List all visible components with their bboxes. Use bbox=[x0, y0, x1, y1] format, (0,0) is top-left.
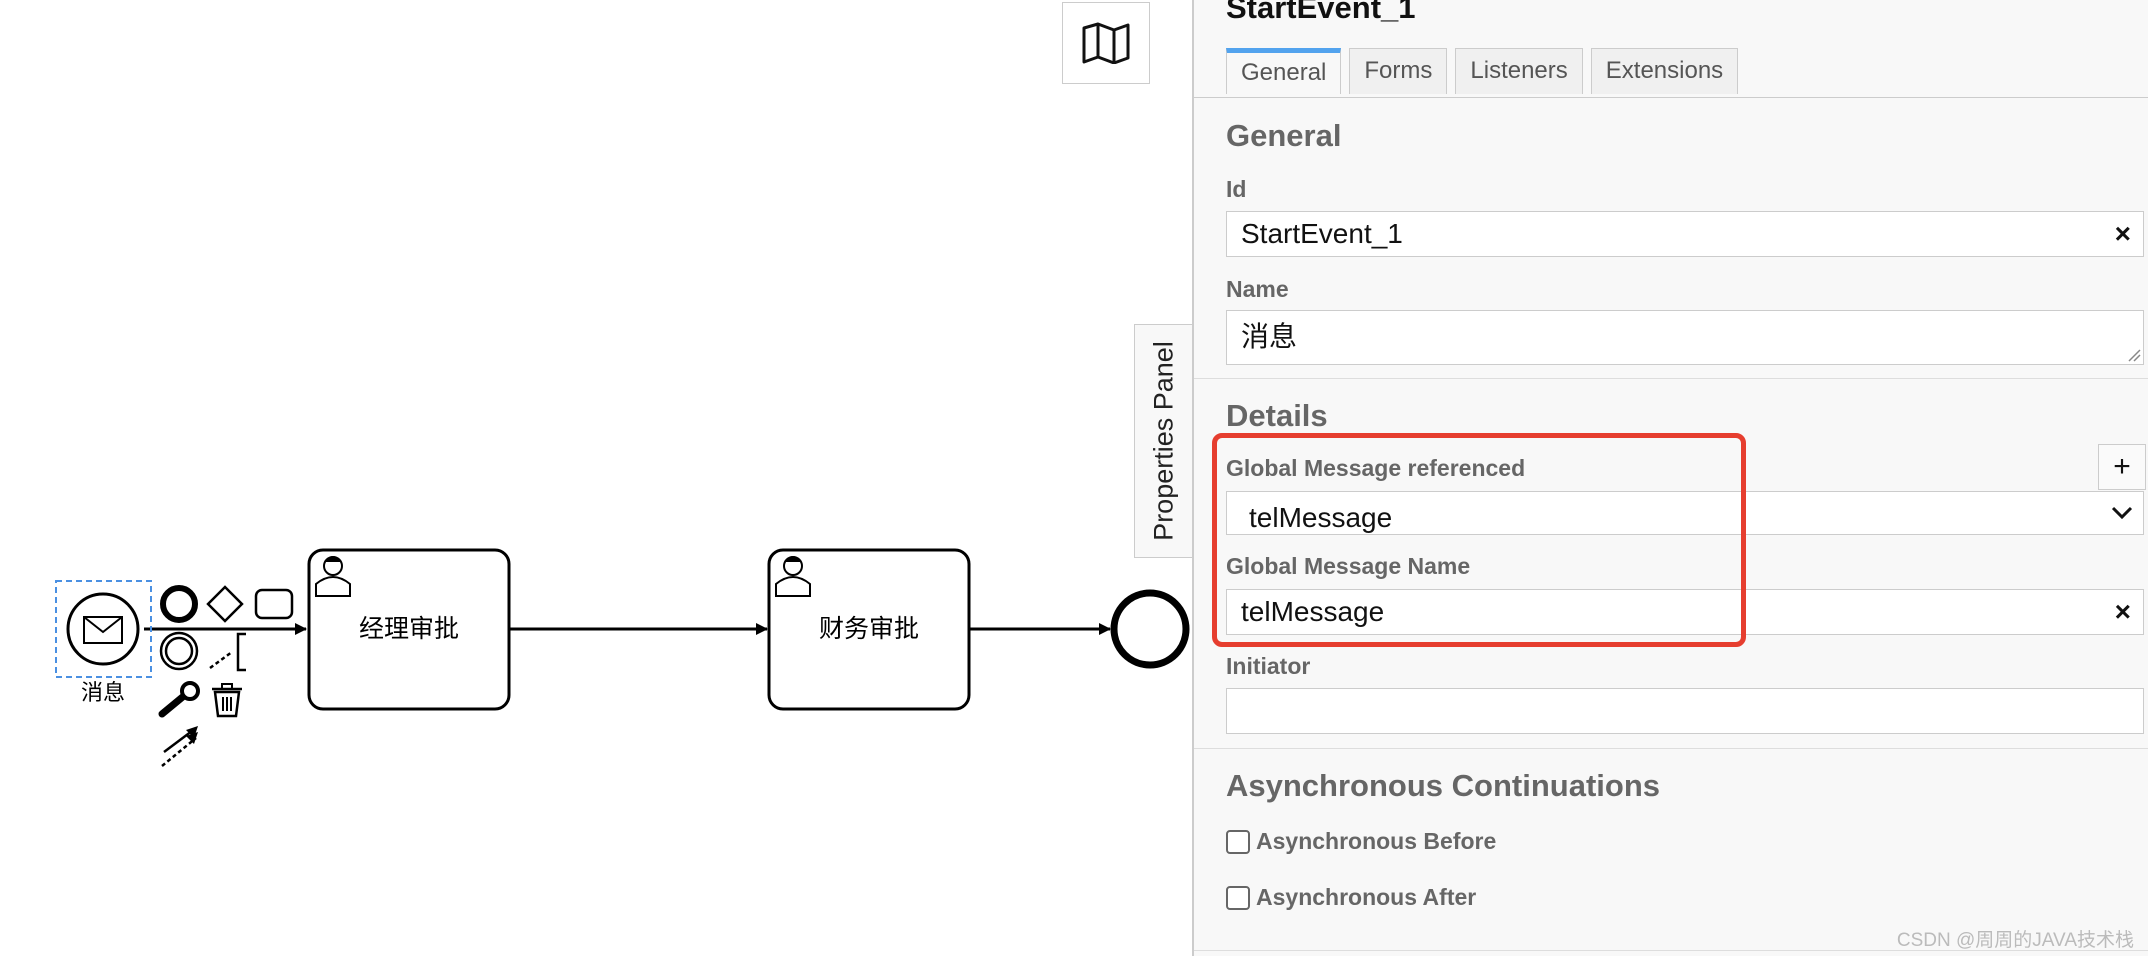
id-value: StartEvent_1 bbox=[1241, 218, 1403, 249]
message-ref-label: Global Message referenced bbox=[1226, 455, 1526, 481]
tab-listeners[interactable]: Listeners bbox=[1455, 48, 1583, 94]
panel-tabs: General Forms Listeners Extensions bbox=[1226, 48, 1746, 94]
tab-extensions[interactable]: Extensions bbox=[1590, 48, 1739, 94]
general-group-title: General bbox=[1226, 118, 1342, 153]
add-message-button[interactable]: + bbox=[2098, 444, 2146, 490]
bpmn-diagram[interactable]: 消息 经理审批 财务审批 bbox=[0, 0, 1192, 956]
initiator-input[interactable] bbox=[1226, 688, 2144, 734]
id-label: Id bbox=[1226, 176, 1247, 202]
clear-message-name-button[interactable]: × bbox=[2115, 590, 2131, 634]
properties-panel: StartEvent_1 General Forms Listeners Ext… bbox=[1192, 0, 2148, 956]
map-icon bbox=[1082, 22, 1130, 64]
async-after-checkbox-box[interactable] bbox=[1226, 885, 1250, 910]
tabs-divider bbox=[1194, 97, 2148, 98]
name-label: Name bbox=[1226, 276, 1289, 302]
async-group-title: Asynchronous Continuations bbox=[1226, 768, 1660, 803]
async-before-label: Asynchronous Before bbox=[1256, 828, 1497, 854]
append-intermediate-event-icon[interactable] bbox=[159, 631, 199, 671]
id-input[interactable]: StartEvent_1 × bbox=[1226, 211, 2144, 257]
initiator-label: Initiator bbox=[1226, 653, 1311, 679]
name-textarea[interactable]: 消息 bbox=[1226, 310, 2144, 365]
watermark: CSDN @周周的JAVA技术栈 bbox=[1896, 930, 2134, 951]
diagram-canvas[interactable]: 消息 经理审批 财务审批 bbox=[0, 0, 1192, 956]
message-name-value: telMessage bbox=[1241, 596, 1385, 627]
async-after-label: Asynchronous After bbox=[1256, 884, 1477, 910]
message-ref-select[interactable]: telMessage bbox=[1226, 491, 2144, 535]
message-name-input[interactable]: telMessage × bbox=[1226, 589, 2144, 635]
clear-id-button[interactable]: × bbox=[2115, 212, 2131, 256]
panel-title: StartEvent_1 bbox=[1226, 0, 1416, 25]
message-name-label: Global Message Name bbox=[1226, 553, 1471, 579]
append-end-event-icon[interactable] bbox=[160, 585, 198, 623]
properties-panel-toggle[interactable]: Properties Panel bbox=[1134, 324, 1192, 558]
start-event-label: 消息 bbox=[81, 681, 125, 706]
tab-forms[interactable]: Forms bbox=[1349, 48, 1448, 94]
async-after-checkbox[interactable]: Asynchronous After bbox=[1226, 884, 1476, 911]
message-start-event[interactable] bbox=[66, 592, 140, 666]
resize-handle-icon[interactable] bbox=[2127, 348, 2141, 362]
chevron-down-icon bbox=[2111, 506, 2133, 520]
minimap-toggle-button[interactable] bbox=[1062, 2, 1150, 84]
append-gateway-icon[interactable] bbox=[206, 585, 244, 623]
async-before-checkbox-box[interactable] bbox=[1226, 829, 1250, 854]
properties-panel-toggle-label: Properties Panel bbox=[1148, 341, 1178, 541]
connect-icon[interactable] bbox=[161, 726, 198, 767]
async-before-checkbox[interactable]: Asynchronous Before bbox=[1226, 828, 1496, 855]
tab-general[interactable]: General bbox=[1226, 48, 1342, 94]
task1-label: 经理审批 bbox=[359, 614, 459, 643]
message-ref-value: telMessage bbox=[1249, 502, 1393, 533]
context-pad[interactable] bbox=[158, 585, 294, 767]
end-event[interactable] bbox=[1110, 589, 1190, 669]
group-divider bbox=[1194, 378, 2148, 379]
text-annotation-icon[interactable] bbox=[209, 632, 246, 672]
group-divider bbox=[1194, 748, 2148, 749]
wrench-icon[interactable] bbox=[158, 681, 200, 718]
task2-label: 财务审批 bbox=[819, 614, 919, 643]
trash-icon[interactable] bbox=[212, 683, 242, 718]
details-group-title: Details bbox=[1226, 398, 1328, 433]
name-value: 消息 bbox=[1241, 321, 1298, 352]
append-task-icon[interactable] bbox=[254, 588, 294, 620]
